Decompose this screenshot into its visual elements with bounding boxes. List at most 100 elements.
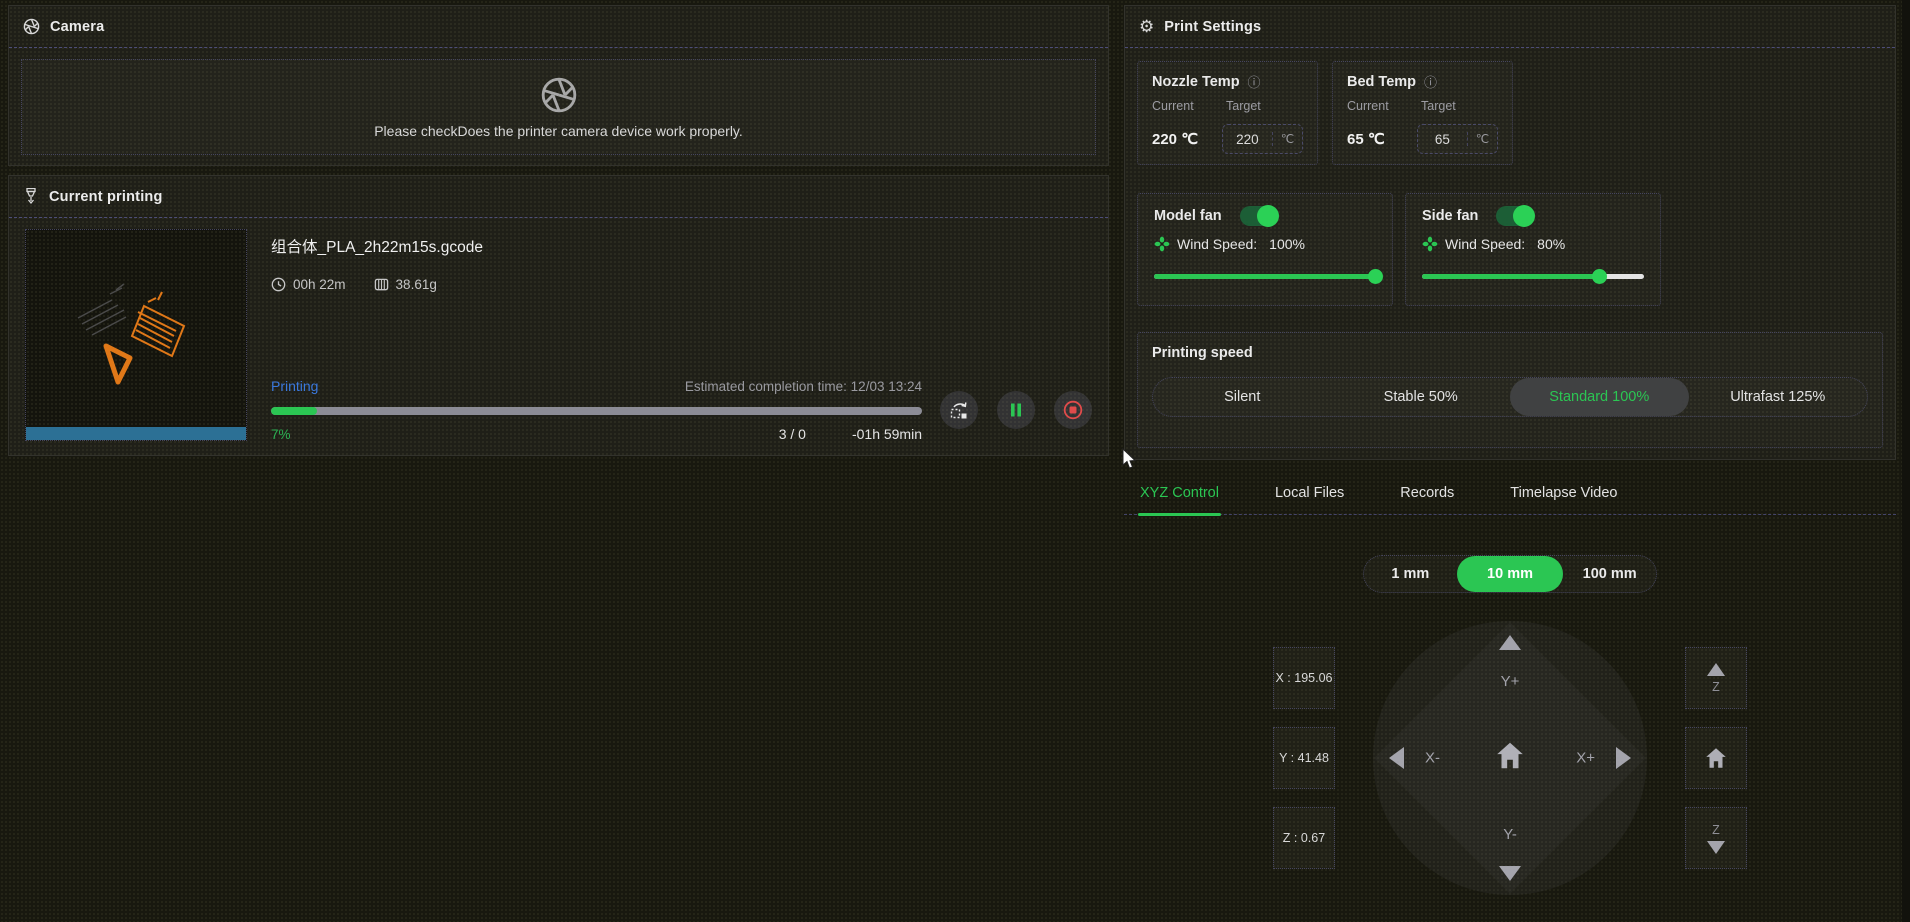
speed-option-stable[interactable]: Stable 50% (1332, 378, 1511, 416)
nozzle-target-unit: ℃ (1272, 132, 1302, 146)
nozzle-target-label: Target (1226, 99, 1261, 113)
y-minus-label[interactable]: Y- (1503, 826, 1517, 843)
pause-icon (1008, 402, 1024, 418)
tab-timelapse-video[interactable]: Timelapse Video (1508, 472, 1619, 514)
distance-option-1mm[interactable]: 1 mm (1364, 556, 1457, 592)
camera-panel: Camera Please checkDoes the printer came… (8, 5, 1109, 166)
nozzle-target-input[interactable]: 220 ℃ (1222, 124, 1303, 154)
model-fan-wind-value: 100% (1269, 236, 1305, 252)
skip-objects-button[interactable] (940, 391, 978, 429)
y-plus-arrow-button[interactable] (1499, 635, 1521, 650)
z-down-button[interactable]: Z (1685, 807, 1747, 869)
x-plus-arrow-button[interactable] (1616, 747, 1631, 769)
nozzle-temp-card: Nozzle Temp ⓘ Current Target 220 ℃ 220 ℃ (1137, 61, 1318, 165)
slider-thumb[interactable] (1368, 269, 1383, 284)
bed-target-label: Target (1421, 99, 1456, 113)
bed-temp-card: Bed Temp ⓘ Current Target 65 ℃ 65 ℃ (1332, 61, 1513, 165)
coord-y-value: Y : 41.48 (1279, 751, 1329, 765)
bed-current-value: 65 ℃ (1347, 130, 1417, 148)
slider-fill (1154, 274, 1376, 279)
slider-thumb[interactable] (1592, 269, 1607, 284)
estimated-completion: Estimated completion time: 12/03 13:24 (685, 379, 922, 394)
z-up-button[interactable]: Z (1685, 647, 1747, 709)
nozzle-temp-title: Nozzle Temp (1152, 74, 1240, 90)
print-time: 00h 22m (293, 277, 346, 292)
camera-preview-area: Please checkDoes the printer camera devi… (21, 59, 1096, 155)
distance-option-100mm[interactable]: 100 mm (1563, 556, 1656, 592)
tab-local-files[interactable]: Local Files (1273, 472, 1346, 514)
printing-speed-title: Printing speed (1152, 345, 1868, 361)
coord-z-readout: Z : 0.67 (1273, 807, 1335, 869)
print-progress-bar (271, 407, 922, 415)
z-axis-controls: Z Z (1685, 647, 1747, 869)
speed-option-ultrafast[interactable]: Ultrafast 125% (1689, 378, 1868, 416)
y-minus-arrow-button[interactable] (1499, 866, 1521, 881)
bed-target-value: 65 (1418, 132, 1467, 147)
coordinate-readouts: X : 195.06 Y : 41.48 Z : 0.67 (1273, 647, 1335, 869)
fan-icon (1154, 236, 1170, 252)
camera-error-message: Please checkDoes the printer camera devi… (374, 123, 743, 139)
stop-icon (1063, 400, 1083, 420)
speed-option-silent[interactable]: Silent (1153, 378, 1332, 416)
model-fan-card: Model fan Wind Speed: 100% (1137, 193, 1393, 306)
xyz-control-area: 1 mm 10 mm 100 mm X : 195.06 Y : 41.48 Z… (1124, 515, 1896, 895)
camera-panel-title: Camera (50, 19, 104, 35)
current-printing-panel: Current printing 组合体_PLA_2h22m (8, 175, 1109, 456)
printer-nozzle-icon (23, 188, 39, 205)
camera-panel-header: Camera (9, 6, 1108, 48)
home-icon (1493, 739, 1527, 773)
gcode-filename: 组合体_PLA_2h22m15s.gcode (271, 235, 1092, 257)
y-plus-label[interactable]: Y+ (1501, 673, 1520, 690)
x-minus-arrow-button[interactable] (1389, 747, 1404, 769)
model-fan-slider[interactable] (1154, 268, 1376, 284)
model-preview-art (26, 230, 246, 426)
home-all-button[interactable] (1493, 739, 1527, 778)
info-icon[interactable]: ⓘ (1424, 72, 1437, 91)
side-fan-toggle[interactable] (1496, 206, 1534, 226)
current-printing-title: Current printing (49, 189, 163, 205)
time-remaining: -01h 59min (852, 426, 922, 442)
nozzle-current-value: 220 ℃ (1152, 130, 1222, 148)
tab-records[interactable]: Records (1398, 472, 1456, 514)
printing-speed-selector: Silent Stable 50% Standard 100% Ultrafas… (1152, 377, 1868, 417)
z-home-button[interactable] (1685, 727, 1747, 789)
print-bed-strip (26, 427, 246, 440)
print-settings-header: ⚙ Print Settings (1125, 6, 1895, 48)
z-up-arrow-icon (1707, 663, 1725, 676)
print-status: Printing (271, 378, 318, 394)
material-weight: 38.61g (396, 277, 437, 292)
stop-button[interactable] (1054, 391, 1092, 429)
side-fan-title: Side fan (1422, 208, 1478, 224)
clock-icon (271, 277, 286, 292)
model-fan-toggle[interactable] (1240, 206, 1278, 226)
side-fan-slider[interactable] (1422, 268, 1644, 284)
model-fan-title: Model fan (1154, 208, 1222, 224)
layer-count: 3 / 0 (779, 426, 806, 442)
distance-option-10mm[interactable]: 10 mm (1457, 556, 1564, 592)
print-settings-title: Print Settings (1164, 19, 1261, 35)
toggle-knob (1257, 205, 1279, 227)
tab-xyz-control[interactable]: XYZ Control (1138, 472, 1221, 514)
info-icon[interactable]: ⓘ (1248, 72, 1261, 91)
printing-speed-card: Printing speed Silent Stable 50% Standar… (1137, 332, 1883, 448)
toggle-knob (1513, 205, 1535, 227)
slider-fill (1422, 274, 1600, 279)
side-fan-card: Side fan Wind Speed: 80% (1405, 193, 1661, 306)
side-fan-wind-value: 80% (1537, 236, 1565, 252)
current-printing-header: Current printing (9, 176, 1108, 218)
bed-target-input[interactable]: 65 ℃ (1417, 124, 1498, 154)
gear-icon: ⚙ (1139, 18, 1154, 35)
speed-option-standard[interactable]: Standard 100% (1510, 378, 1689, 416)
print-settings-panel: ⚙ Print Settings Nozzle Temp ⓘ Current T… (1124, 5, 1896, 460)
x-minus-label[interactable]: X- (1425, 750, 1440, 767)
bed-target-unit: ℃ (1467, 132, 1497, 146)
home-icon (1703, 745, 1729, 771)
skip-objects-icon (949, 400, 969, 420)
coord-z-value: Z : 0.67 (1283, 831, 1325, 845)
nozzle-target-value: 220 (1223, 132, 1272, 147)
camera-aperture-icon (540, 76, 578, 114)
x-plus-label[interactable]: X+ (1576, 750, 1595, 767)
model-fan-wind-label: Wind Speed: (1177, 236, 1257, 252)
pause-button[interactable] (997, 391, 1035, 429)
scrollbar-track[interactable] (1902, 0, 1910, 922)
